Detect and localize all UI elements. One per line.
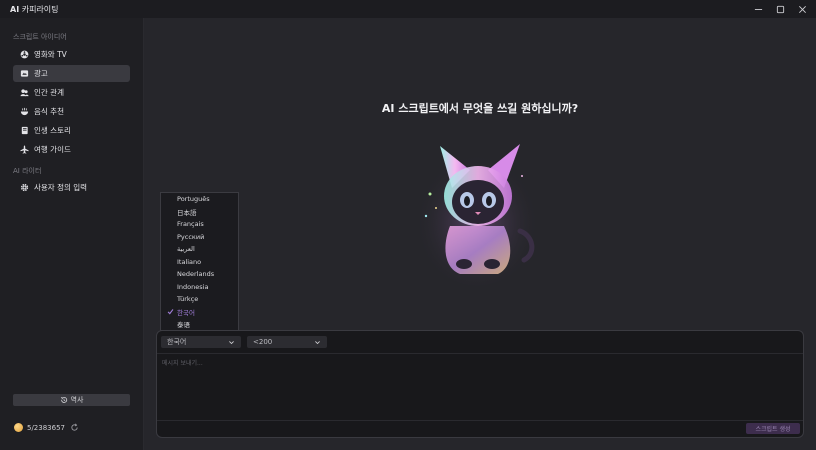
message-input[interactable] bbox=[160, 356, 800, 420]
sidebar-item-film-tv[interactable]: 영화와 TV bbox=[13, 46, 130, 63]
language-select[interactable]: 한국어 bbox=[161, 336, 241, 348]
language-select-value: 한국어 bbox=[167, 338, 187, 346]
close-icon bbox=[798, 5, 806, 13]
language-option[interactable]: Italiano bbox=[161, 256, 239, 268]
composer: 한국어 <200 스크립트 생성 bbox=[156, 330, 804, 438]
minimize-button[interactable] bbox=[752, 3, 764, 15]
sidebar: 스크립트 아이디어 영화와 TV 광고 인간 관계 음식 추천 인생 스토리 여… bbox=[0, 18, 144, 450]
sidebar-item-custom-input[interactable]: 사용자 정의 입력 bbox=[13, 179, 130, 196]
sidebar-item-label: 여행 가이드 bbox=[34, 145, 71, 154]
page-title-ai: AI bbox=[381, 102, 395, 115]
food-icon bbox=[16, 107, 32, 116]
plane-icon bbox=[16, 145, 32, 154]
sidebar-item-food[interactable]: 음식 추천 bbox=[13, 103, 130, 120]
credits-display: 5/2383657 bbox=[14, 423, 79, 432]
gear-icon bbox=[16, 183, 32, 192]
app-title: AI 카피라이팅 bbox=[10, 4, 59, 15]
ad-icon bbox=[16, 69, 32, 78]
language-option[interactable]: 泰语 bbox=[161, 318, 239, 330]
section-label-ai-writer: AI 라이터 bbox=[13, 167, 42, 175]
main-panel: AI 스크립트에서 무엇을 쓰길 원하십니까? 한국어 <200 메시지 보내기… bbox=[144, 18, 816, 450]
sidebar-item-label: 인생 스토리 bbox=[34, 126, 71, 135]
credits-value: 5/2383657 bbox=[27, 423, 65, 432]
page-title: AI 스크립트에서 무엇을 쓰길 원하십니까? bbox=[144, 100, 816, 116]
length-select[interactable]: <200 bbox=[247, 336, 327, 348]
section-label-script-ideas: 스크립트 아이디어 bbox=[13, 33, 67, 41]
close-button[interactable] bbox=[796, 3, 808, 15]
language-option[interactable]: Nederlands bbox=[161, 268, 239, 280]
window-controls bbox=[752, 3, 808, 15]
people-icon bbox=[16, 88, 32, 97]
language-option[interactable]: Русский bbox=[161, 231, 239, 243]
maximize-button[interactable] bbox=[774, 3, 786, 15]
composer-divider bbox=[157, 353, 803, 354]
length-select-value: <200 bbox=[253, 338, 273, 346]
book-icon bbox=[16, 126, 32, 135]
sidebar-item-relationships[interactable]: 인간 관계 bbox=[13, 84, 130, 101]
language-option-selected[interactable]: 한국어 bbox=[161, 306, 239, 318]
maximize-icon bbox=[776, 5, 784, 13]
sidebar-item-label: 광고 bbox=[34, 69, 48, 78]
app-title-text: 카피라이팅 bbox=[21, 5, 59, 14]
sidebar-item-life-story[interactable]: 인생 스토리 bbox=[13, 122, 130, 139]
history-button[interactable]: 역사 bbox=[13, 394, 130, 406]
language-option[interactable]: 日本語 bbox=[161, 206, 239, 218]
page-title-text: 스크립트에서 무엇을 쓰길 원하십니까? bbox=[398, 102, 579, 115]
app-title-ai: AI bbox=[10, 5, 20, 14]
check-icon bbox=[167, 308, 174, 314]
minimize-icon bbox=[754, 8, 762, 10]
language-option[interactable]: Français bbox=[161, 218, 239, 230]
language-option[interactable]: Indonesia bbox=[161, 281, 239, 293]
sidebar-item-label: 사용자 정의 입력 bbox=[34, 183, 88, 192]
cat-mascot-illustration bbox=[415, 144, 539, 286]
coin-icon bbox=[14, 423, 23, 432]
sidebar-item-ad[interactable]: 광고 bbox=[13, 65, 130, 82]
refresh-icon[interactable] bbox=[70, 423, 79, 432]
language-option[interactable]: Türkçe bbox=[161, 293, 239, 305]
history-label: 역사 bbox=[70, 396, 84, 404]
sidebar-item-travel-guide[interactable]: 여행 가이드 bbox=[13, 141, 130, 158]
language-option[interactable]: Português bbox=[161, 193, 239, 205]
history-icon bbox=[60, 396, 67, 403]
sidebar-item-label: 인간 관계 bbox=[34, 88, 64, 97]
composer-footer-divider bbox=[157, 420, 803, 421]
language-dropdown-menu: Português 日本語 Français Русский العربية I… bbox=[160, 192, 239, 331]
chevron-down-icon bbox=[315, 340, 320, 344]
language-option[interactable]: العربية bbox=[161, 243, 239, 255]
chevron-down-icon bbox=[229, 340, 234, 344]
title-bar: AI 카피라이팅 bbox=[0, 0, 816, 18]
sidebar-item-label: 음식 추천 bbox=[34, 107, 64, 116]
generate-script-button[interactable]: 스크립트 생성 bbox=[746, 423, 800, 434]
film-icon bbox=[16, 50, 32, 59]
sidebar-item-label: 영화와 TV bbox=[34, 50, 67, 59]
